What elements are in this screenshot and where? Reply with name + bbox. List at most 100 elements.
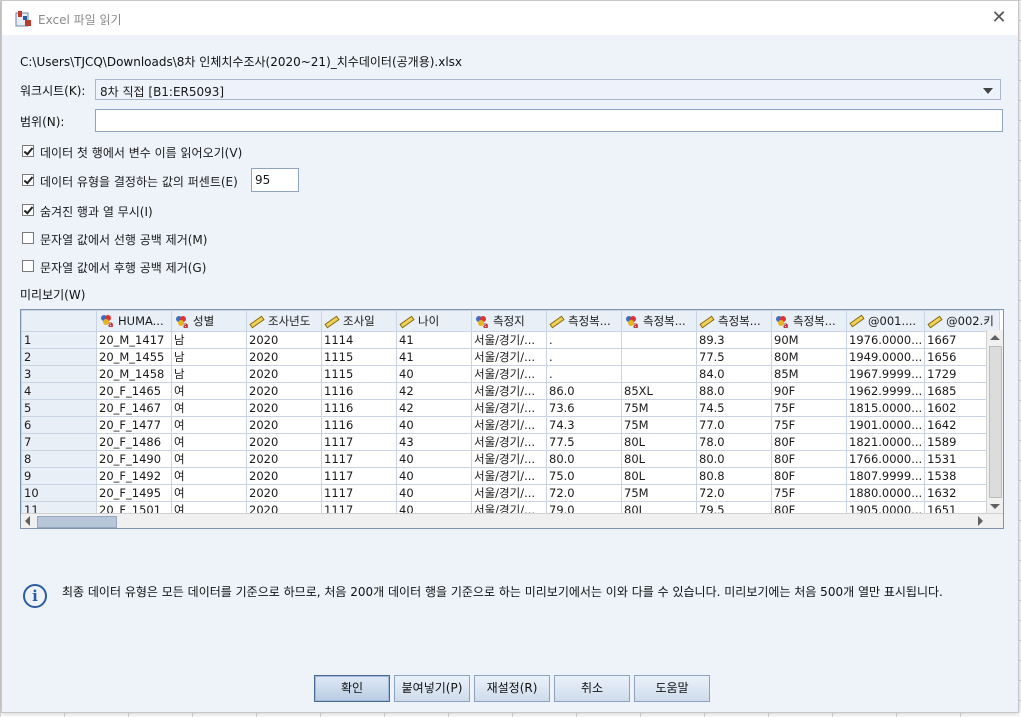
table-row: 6 20_F_1477 여 2020 1116 40 서울/경기/... 74.3 75M 77.… <box>21 416 1001 434</box>
table-cell: 1976.0000... <box>845 331 926 349</box>
column-header[interactable]: 조사년도 <box>246 310 322 332</box>
row-number: 1 <box>21 331 97 349</box>
column-header[interactable]: @001.... <box>845 310 926 332</box>
trim-leading-label: 문자열 값에서 선행 공백 제거(M) <box>40 233 208 247</box>
row-number: 3 <box>21 365 97 383</box>
table-cell: 2020 <box>246 484 322 502</box>
worksheet-select[interactable]: 8차 직접 [B1:ER5093] <box>95 79 1001 100</box>
trim-leading-checkbox[interactable] <box>22 232 34 244</box>
vertical-scroll-thumb[interactable] <box>989 346 1002 498</box>
nominal-string-icon: a <box>176 315 188 329</box>
svg-text:a: a <box>183 321 188 329</box>
table-cell: 75F <box>771 399 847 417</box>
preview-table: a HUMA... a 성별 조사년도 조사일 나이 a 측정지 측정복... a 측정복... 측정복… <box>21 310 1001 528</box>
table-row: 1 20_M_1417 남 2020 1114 41 서울/경기/.... 89.3 90M 19… <box>21 331 1001 349</box>
column-header[interactable]: 조사일 <box>321 310 397 332</box>
help-button[interactable]: 도움말 <box>634 675 710 702</box>
spss-app-icon <box>15 11 31 27</box>
scroll-right-icon[interactable] <box>978 516 983 526</box>
table-cell: 75M <box>621 399 697 417</box>
table-cell: 80L <box>621 433 697 451</box>
table-cell: 1815.0000... <box>845 399 926 417</box>
table-cell: 20_M_1417 <box>96 331 172 349</box>
scroll-down-icon[interactable] <box>990 504 1000 509</box>
table-cell: 42 <box>396 382 472 400</box>
title-bar[interactable]: Excel 파일 읽기 ✕ <box>2 1 1018 35</box>
vertical-scrollbar[interactable] <box>986 330 1003 514</box>
table-cell: 75F <box>771 416 847 434</box>
table-cell: 1807.9999... <box>845 467 926 485</box>
ignore-hidden-checkbox[interactable] <box>22 204 34 216</box>
table-cell: 여 <box>171 416 247 434</box>
read-names-checkbox[interactable] <box>22 145 34 157</box>
paste-button[interactable]: 붙여넣기(P) <box>394 675 470 702</box>
worksheet-value: 8차 직접 [B1:ER5093] <box>100 85 225 99</box>
percent-checkbox[interactable] <box>22 174 34 186</box>
row-number: 5 <box>21 399 97 417</box>
table-cell: 남 <box>171 331 247 349</box>
table-row: 8 20_F_1490 여 2020 1117 40 서울/경기/... 80.0 80L 80.… <box>21 450 1001 468</box>
table-cell <box>621 348 697 366</box>
table-cell: 20_F_1467 <box>96 399 172 417</box>
table-cell: 75M <box>621 484 697 502</box>
table-cell: 서울/경기/... <box>471 467 547 485</box>
column-header-label: 측정복... <box>568 314 611 328</box>
table-cell: 20_F_1495 <box>96 484 172 502</box>
table-row: 4 20_F_1465 여 2020 1116 42 서울/경기/... 86.0 85XL 88… <box>21 382 1001 400</box>
trim-trailing-label: 문자열 값에서 후행 공백 제거(G) <box>40 261 207 275</box>
table-cell: 90F <box>771 382 847 400</box>
column-header[interactable]: 나이 <box>396 310 472 332</box>
column-header[interactable]: a 성별 <box>171 310 247 332</box>
column-header[interactable]: a HUMA... <box>96 310 172 332</box>
table-cell: 1880.0000... <box>845 484 926 502</box>
table-row: 2 20_M_1455 남 2020 1115 41 서울/경기/.... 77.5 80M 19… <box>21 348 1001 366</box>
table-cell: 1114 <box>321 331 397 349</box>
table-cell: 서울/경기/... <box>471 331 547 349</box>
table-cell: 80F <box>771 450 847 468</box>
table-cell: 80F <box>771 433 847 451</box>
reset-button[interactable]: 재설정(R) <box>474 675 550 702</box>
column-header-label: 측정지 <box>493 314 525 328</box>
table-cell: 89.3 <box>696 331 772 349</box>
column-header[interactable]: a 측정복... <box>771 310 847 332</box>
table-cell: 75M <box>621 416 697 434</box>
table-cell: 20_F_1486 <box>96 433 172 451</box>
ok-button[interactable]: 확인 <box>314 675 390 702</box>
table-cell: 1967.9999... <box>845 365 926 383</box>
range-input[interactable] <box>95 109 1003 132</box>
table-cell: 41 <box>396 331 472 349</box>
row-number: 6 <box>21 416 97 434</box>
column-header[interactable]: a 측정지 <box>471 310 547 332</box>
scroll-left-icon[interactable] <box>25 516 30 526</box>
table-cell: 서울/경기/... <box>471 433 547 451</box>
preview-grid[interactable]: a HUMA... a 성별 조사년도 조사일 나이 a 측정지 측정복... a 측정복... 측정복… <box>20 309 1004 529</box>
table-cell: 2020 <box>246 399 322 417</box>
percent-input[interactable]: 95 <box>251 168 299 192</box>
table-cell: 여 <box>171 399 247 417</box>
table-cell: 84.0 <box>696 365 772 383</box>
close-icon[interactable]: ✕ <box>988 7 1010 29</box>
table-cell: 85XL <box>621 382 697 400</box>
column-header-label: 성별 <box>193 314 215 328</box>
table-cell: 1117 <box>321 450 397 468</box>
table-cell: 41 <box>396 348 472 366</box>
table-cell: 75.0 <box>546 467 622 485</box>
table-cell: 1962.9999... <box>845 382 926 400</box>
table-row: 3 20_M_1458 남 2020 1115 40 서울/경기/.... 84.0 85M 19… <box>21 365 1001 383</box>
horizontal-scrollbar[interactable] <box>21 513 1003 528</box>
column-header[interactable]: a 측정복... <box>621 310 697 332</box>
scroll-up-icon[interactable] <box>990 335 1000 340</box>
column-header[interactable]: 측정복... <box>546 310 622 332</box>
column-header-label: HUMA... <box>118 313 164 328</box>
table-row: 7 20_F_1486 여 2020 1117 43 서울/경기/... 77.5 80L 78.… <box>21 433 1001 451</box>
column-header[interactable]: @002.키 <box>924 310 1001 332</box>
horizontal-scroll-thumb[interactable] <box>37 516 117 528</box>
row-number: 10 <box>21 484 97 502</box>
trim-trailing-checkbox[interactable] <box>22 260 34 272</box>
chevron-down-icon[interactable] <box>983 88 993 94</box>
column-header-label: 조사일 <box>343 314 375 328</box>
table-cell: 72.0 <box>696 484 772 502</box>
table-cell <box>621 331 697 349</box>
cancel-button[interactable]: 취소 <box>554 675 630 702</box>
column-header[interactable]: 측정복... <box>696 310 772 332</box>
